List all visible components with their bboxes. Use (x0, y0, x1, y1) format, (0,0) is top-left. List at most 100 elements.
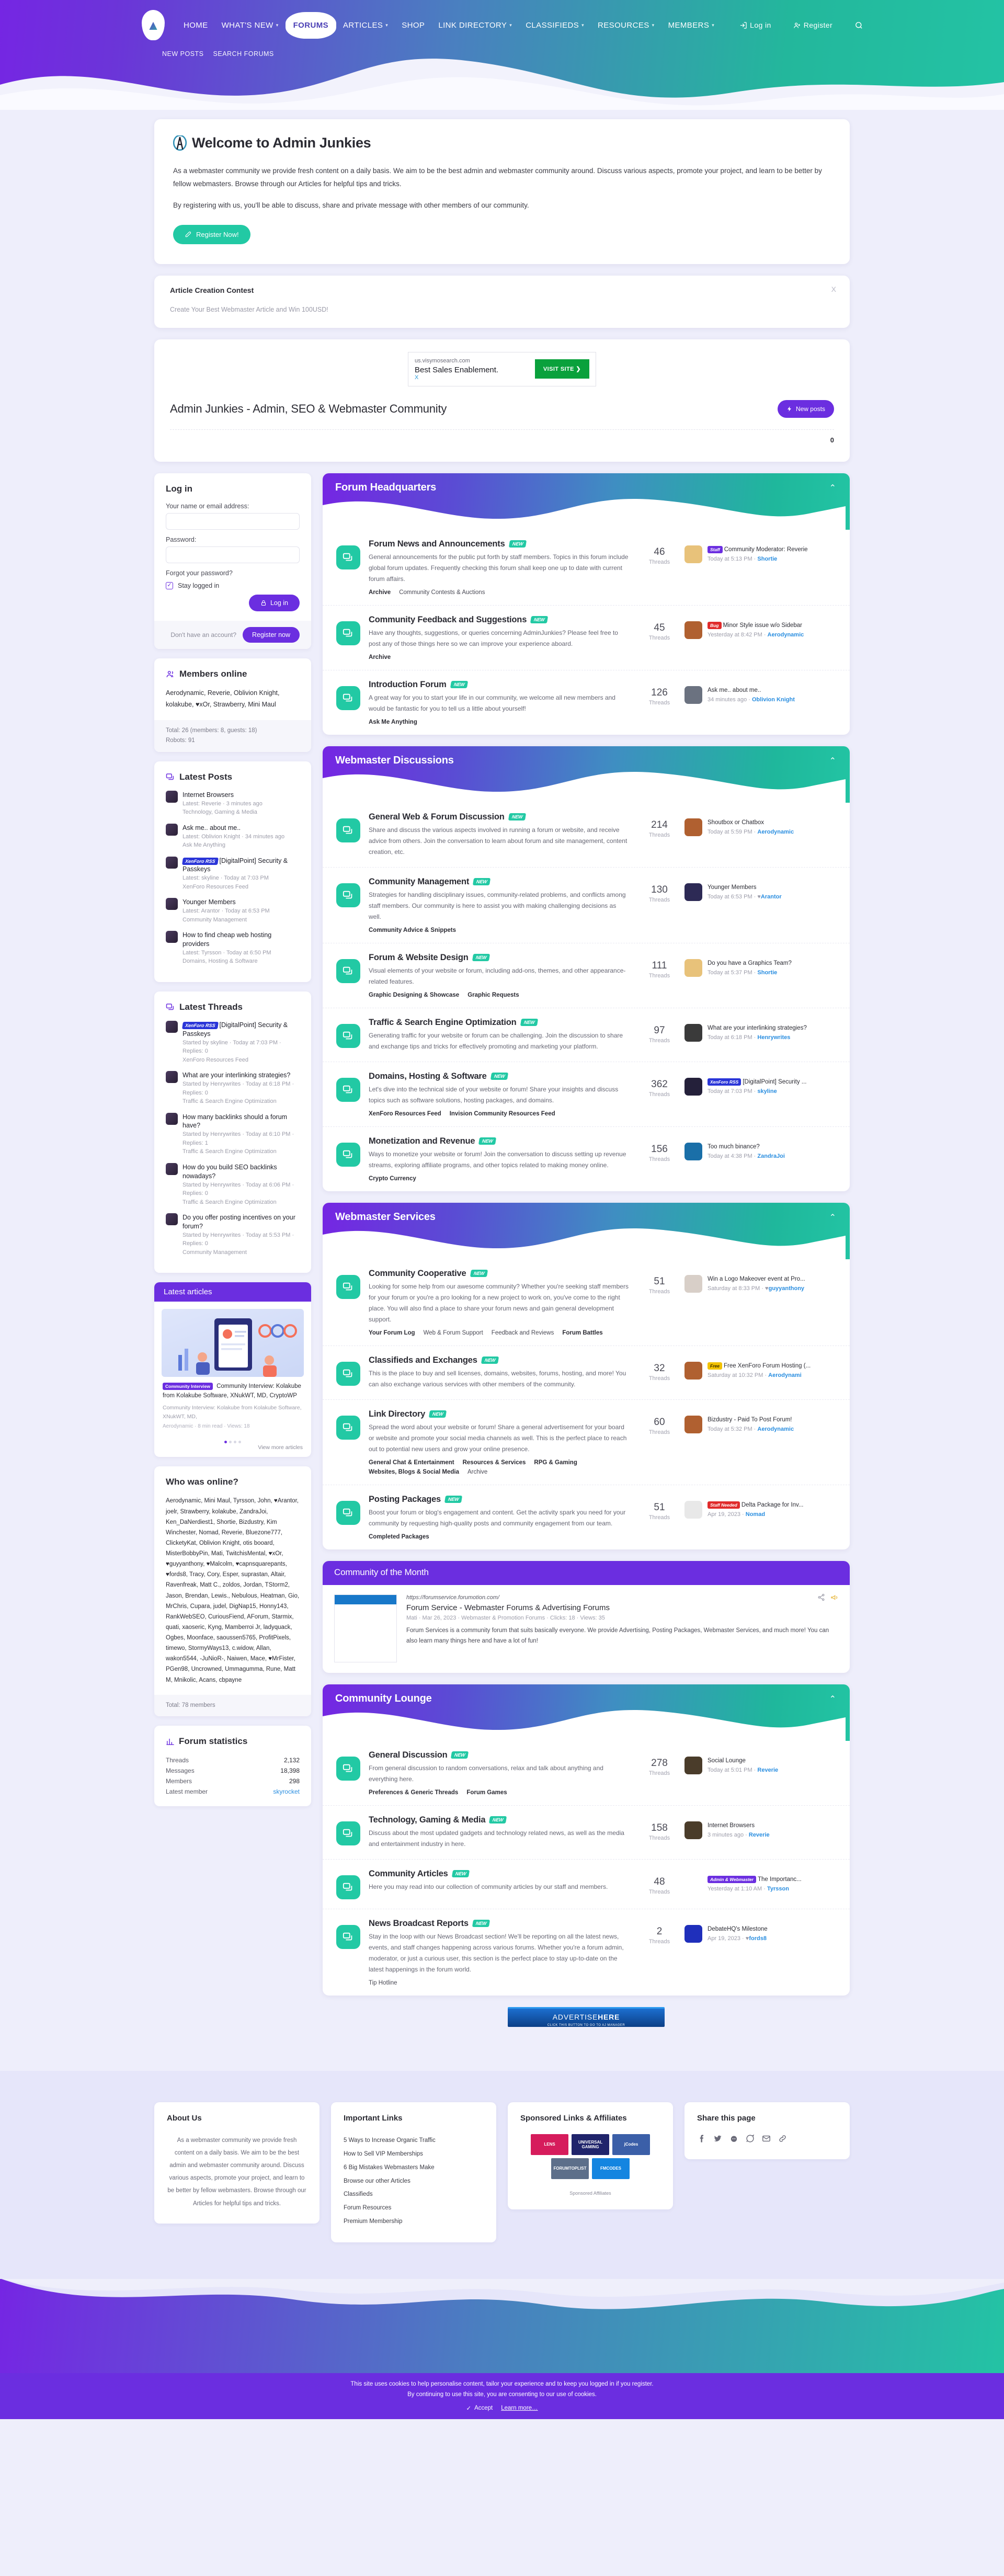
list-item[interactable]: What are your interlinking strategies? St… (166, 1071, 300, 1105)
stay-logged-in-row[interactable]: ✓ Stay logged in (166, 582, 300, 589)
sponsor-logo[interactable]: LENS (531, 2134, 568, 2155)
subforum-link[interactable]: Web & Forum Support (424, 1330, 483, 1336)
subnav-new-posts[interactable]: NEW POSTS (162, 50, 204, 58)
forum-title[interactable]: Community Management NEW (369, 877, 629, 887)
subforum-link[interactable]: Archive (467, 1469, 487, 1475)
stay-logged-in-checkbox[interactable]: ✓ (166, 582, 173, 589)
sponsor-logo[interactable]: UNIVERSAL GAMING (572, 2134, 609, 2155)
article-thumbnail[interactable] (162, 1309, 304, 1377)
password-input[interactable] (166, 546, 300, 563)
ad-visit-button[interactable]: VISIT SITE ❯ (534, 359, 589, 379)
forum-title[interactable]: Posting Packages NEW (369, 1495, 629, 1504)
list-item[interactable]: XenForo RSS [DigitalPoint] Security & Pas… (166, 856, 300, 892)
forum-row[interactable]: News Broadcast Reports NEW Stay in the l… (323, 1909, 850, 1996)
list-item[interactable]: How to Sell VIP Memberships (344, 2148, 484, 2161)
list-item[interactable]: Do you offer posting incentives on your … (166, 1213, 300, 1257)
last-post[interactable]: Shoutbox or Chatbox Today at 5:59 PM · A… (684, 812, 836, 836)
forum-row[interactable]: Domains, Hosting & Software NEW Let's di… (323, 1062, 850, 1127)
nav-item-whats-new[interactable]: WHAT'S NEW ▾ (215, 16, 286, 35)
list-item[interactable]: Premium Membership (344, 2215, 484, 2229)
subforum-link[interactable]: Community Contests & Auctions (399, 589, 485, 596)
list-item[interactable]: How do you build SEO backlinks nowadays?… (166, 1162, 300, 1206)
list-item[interactable]: How many backlinks should a forum have? S… (166, 1112, 300, 1156)
list-item[interactable]: Classifieds (344, 2188, 484, 2202)
last-post[interactable]: Social Lounge Today at 5:01 PM · Reverie (684, 1750, 836, 1774)
last-post[interactable]: Free Free XenForo Forum Hosting (... Satu… (684, 1355, 836, 1380)
community-name[interactable]: Forum Service - Webmaster Forums & Adver… (406, 1603, 838, 1612)
forum-row[interactable]: Technology, Gaming & Media NEW Discuss a… (323, 1806, 850, 1860)
forum-row[interactable]: Forum News and Announcements NEW General… (323, 530, 850, 606)
last-post[interactable]: Ask me.. about me.. 34 minutes ago · Obl… (684, 680, 836, 704)
forgot-password-link[interactable]: Forgot your password? (166, 569, 300, 577)
forum-title[interactable]: Domains, Hosting & Software NEW (369, 1072, 629, 1081)
ad-close-icon[interactable]: X (415, 374, 498, 381)
list-item[interactable]: Forum Resources (344, 2202, 484, 2215)
last-post[interactable]: XenForo RSS [DigitalPoint] Security ... T… (684, 1072, 836, 1096)
forum-title[interactable]: Community Articles NEW (369, 1869, 629, 1879)
forum-row[interactable]: Monetization and Revenue NEW Ways to mon… (323, 1127, 850, 1191)
link-icon[interactable] (778, 2134, 787, 2146)
nav-item-shop[interactable]: SHOP (395, 16, 431, 35)
last-post[interactable]: Do you have a Graphics Team? Today at 5:… (684, 953, 836, 977)
forum-row[interactable]: Forum & Website Design NEW Visual elemen… (323, 943, 850, 1008)
forum-row[interactable]: Traffic & Search Engine Optimization NEW… (323, 1008, 850, 1062)
collapse-icon[interactable]: ⌃ (829, 756, 836, 766)
last-post[interactable]: DebateHQ's Milestone Apr 19, 2023 · ♥for… (684, 1919, 836, 1943)
forum-title[interactable]: News Broadcast Reports NEW (369, 1919, 629, 1929)
forum-row[interactable]: Community Articles NEW Here you may read… (323, 1860, 850, 1909)
subforum-link[interactable]: Archive (369, 589, 391, 596)
list-item[interactable]: Younger Members Latest: Arantor · Today a… (166, 898, 300, 924)
subforum-link[interactable]: Community Advice & Snippets (369, 927, 456, 933)
subforum-link[interactable]: Archive (369, 654, 391, 660)
subforum-link[interactable]: Tip Hotline (369, 1980, 397, 1986)
community-thumbnail[interactable] (334, 1594, 397, 1662)
nav-item-classifieds[interactable]: CLASSIFIEDS ▾ (519, 16, 591, 35)
whatsapp-icon[interactable] (746, 2134, 755, 2146)
register-now-sidebar-button[interactable]: Register now (243, 626, 300, 643)
email-icon[interactable] (762, 2134, 771, 2146)
forum-title[interactable]: Classifieds and Exchanges NEW (369, 1355, 629, 1365)
username-input[interactable] (166, 512, 300, 530)
close-icon[interactable]: X (831, 285, 836, 293)
forum-title[interactable]: General Web & Forum Discussion NEW (369, 812, 629, 822)
subforum-link[interactable]: Completed Packages (369, 1534, 429, 1540)
collapse-icon[interactable]: ⌃ (829, 483, 836, 493)
forum-title[interactable]: Forum & Website Design NEW (369, 953, 629, 963)
subforum-link[interactable]: Graphic Designing & Showcase (369, 992, 459, 998)
subforum-link[interactable]: Forum Battles (562, 1330, 602, 1336)
login-button[interactable]: Log in (248, 594, 300, 611)
nav-item-forums[interactable]: FORUMS (285, 12, 337, 39)
collapse-icon[interactable]: ⌃ (829, 1212, 836, 1223)
collapse-icon[interactable]: ⌃ (829, 1694, 836, 1704)
nav-item-articles[interactable]: ARTICLES ▾ (336, 16, 395, 35)
list-item[interactable]: Internet Browsers Latest: Reverie · 3 min… (166, 790, 300, 817)
forum-title[interactable]: General Discussion NEW (369, 1750, 629, 1760)
subforum-link[interactable]: Feedback and Reviews (492, 1330, 554, 1336)
view-more-articles-link[interactable]: View more articles (154, 1444, 311, 1457)
subforum-link[interactable]: Websites, Blogs & Social Media (369, 1469, 459, 1475)
twitter-icon[interactable] (713, 2134, 722, 2146)
last-post[interactable]: Admin & Webmaster The Importanc... Yester… (684, 1869, 836, 1893)
subforum-link[interactable]: RPG & Gaming (534, 1460, 577, 1466)
nav-item-resources[interactable]: RESOURCES ▾ (591, 16, 661, 35)
forum-row[interactable]: Classifieds and Exchanges NEW This is th… (323, 1346, 850, 1400)
megaphone-icon[interactable] (830, 1593, 838, 1604)
forum-title[interactable]: Link Directory NEW (369, 1409, 629, 1419)
login-link[interactable]: Log in (733, 16, 778, 35)
carousel-dots[interactable] (154, 1437, 311, 1444)
last-post[interactable]: Win a Logo Makeover event at Pro... Satu… (684, 1269, 836, 1293)
last-post[interactable]: Too much binance? Today at 4:38 PM · Zan… (684, 1136, 836, 1160)
register-link[interactable]: Register (786, 16, 839, 35)
forum-title[interactable]: Traffic & Search Engine Optimization NEW (369, 1018, 629, 1028)
forum-row[interactable]: Community Management NEW Strategies for … (323, 868, 850, 943)
forum-row[interactable]: Community Feedback and Suggestions NEW H… (323, 606, 850, 670)
forum-row[interactable]: General Discussion NEW From general disc… (323, 1741, 850, 1806)
list-item[interactable]: 6 Big Mistakes Webmasters Make (344, 2161, 484, 2175)
subnav-search-forums[interactable]: SEARCH FORUMS (213, 50, 274, 58)
community-url[interactable]: https://forumservice.forumotion.com/ (406, 1594, 838, 1601)
list-item[interactable]: 5 Ways to Increase Organic Traffic (344, 2134, 484, 2148)
forum-row[interactable]: General Web & Forum Discussion NEW Share… (323, 803, 850, 868)
last-post[interactable]: What are your interlinking strategies? T… (684, 1018, 836, 1042)
subforum-link[interactable]: XenForo Resources Feed (369, 1111, 441, 1117)
nav-item-members[interactable]: MEMBERS ▾ (661, 16, 722, 35)
